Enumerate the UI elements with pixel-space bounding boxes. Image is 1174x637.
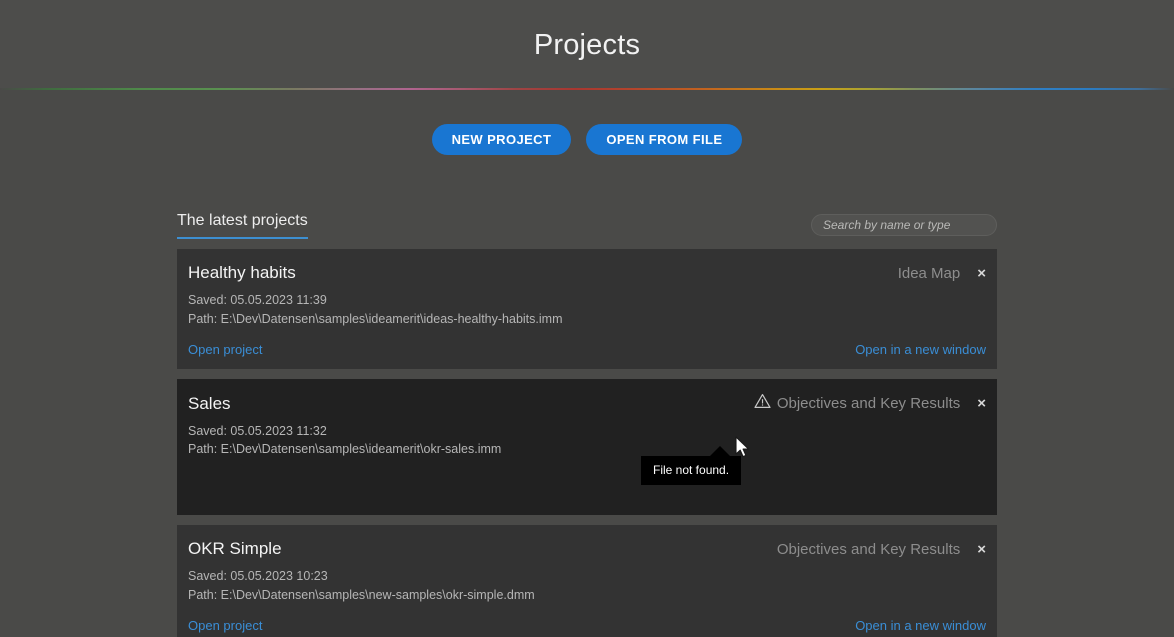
new-project-button[interactable]: NEW PROJECT [431, 124, 572, 155]
project-saved-date: Saved: 05.05.2023 10:23 [188, 569, 328, 583]
project-type-label: Idea Map [897, 265, 961, 282]
section-bar: The latest projects [177, 205, 997, 239]
section-title: The latest projects [177, 212, 308, 229]
section-underline [177, 237, 308, 239]
action-bar: NEW PROJECT OPEN FROM FILE [0, 124, 1174, 155]
page-header: Projects [0, 0, 1174, 90]
project-type-group: Objectives and Key Results × [777, 541, 986, 558]
project-card-header: Healthy habits Idea Map × [188, 263, 986, 283]
project-name: Healthy habits [188, 263, 296, 282]
open-from-file-button[interactable]: OPEN FROM FILE [586, 124, 743, 155]
rainbow-divider [0, 88, 1174, 90]
tooltip-text: File not found. [653, 463, 730, 477]
project-card[interactable]: Healthy habits Idea Map × Saved: 05.05.2023… [177, 249, 997, 369]
project-path: Path: E:\Dev\Datensen\samples\new-sample… [188, 587, 535, 602]
project-type-group: Objectives and Key Results × [754, 393, 986, 414]
project-type-group: Idea Map × [898, 265, 986, 282]
project-type-label: Objectives and Key Results [776, 541, 961, 558]
project-card-header: Sales Objectives and Key Results × [188, 393, 986, 414]
tooltip-arrow-icon [710, 446, 731, 456]
project-card-header: OKR Simple Objectives and Key Results × [188, 539, 986, 559]
project-card[interactable]: Sales Objectives and Key Results × Saved: 0… [177, 378, 997, 515]
latest-projects-tab[interactable]: The latest projects [177, 212, 308, 239]
project-meta: Saved: 05.05.2023 10:23 Path: E:\Dev\Date… [188, 567, 986, 605]
open-in-new-window-link[interactable]: Open in a new window [855, 618, 986, 633]
project-links: Open project Open in a new window [188, 342, 986, 357]
project-saved-date: Saved: 05.05.2023 11:32 [188, 423, 327, 438]
open-in-new-window-link[interactable]: Open in a new window [855, 342, 986, 357]
project-type-label: Objectives and Key Results [776, 394, 961, 412]
file-not-found-tooltip: File not found. [641, 446, 742, 485]
project-card[interactable]: OKR Simple Objectives and Key Results × Sav… [177, 525, 997, 637]
search-input[interactable] [811, 214, 997, 236]
projects-content: The latest projects Healthy habits Idea M… [177, 205, 997, 637]
project-meta: Saved: 05.05.2023 11:39 Path: E:\Dev\Date… [188, 291, 986, 329]
close-icon[interactable]: × [977, 396, 986, 411]
open-project-link[interactable]: Open project [188, 618, 262, 633]
warning-triangle-icon[interactable] [754, 393, 771, 414]
project-name: Sales [188, 393, 231, 413]
project-saved-date: Saved: 05.05.2023 11:39 [188, 293, 327, 307]
project-name: OKR Simple [188, 539, 282, 558]
close-icon[interactable]: × [977, 266, 986, 281]
close-icon[interactable]: × [977, 542, 986, 557]
project-path: Path: E:\Dev\Datensen\samples\ideamerit\… [188, 311, 563, 326]
project-links: Open project Open in a new window [188, 618, 986, 633]
open-project-link[interactable]: Open project [188, 342, 262, 357]
project-path: Path: E:\Dev\Datensen\samples\ideamerit\… [188, 442, 502, 457]
page-title: Projects [533, 28, 641, 61]
project-list: Healthy habits Idea Map × Saved: 05.05.2023… [177, 249, 997, 637]
project-links-placeholder [188, 459, 986, 503]
project-meta: Saved: 05.05.2023 11:32 Path: E:\Dev\Date… [188, 422, 986, 460]
